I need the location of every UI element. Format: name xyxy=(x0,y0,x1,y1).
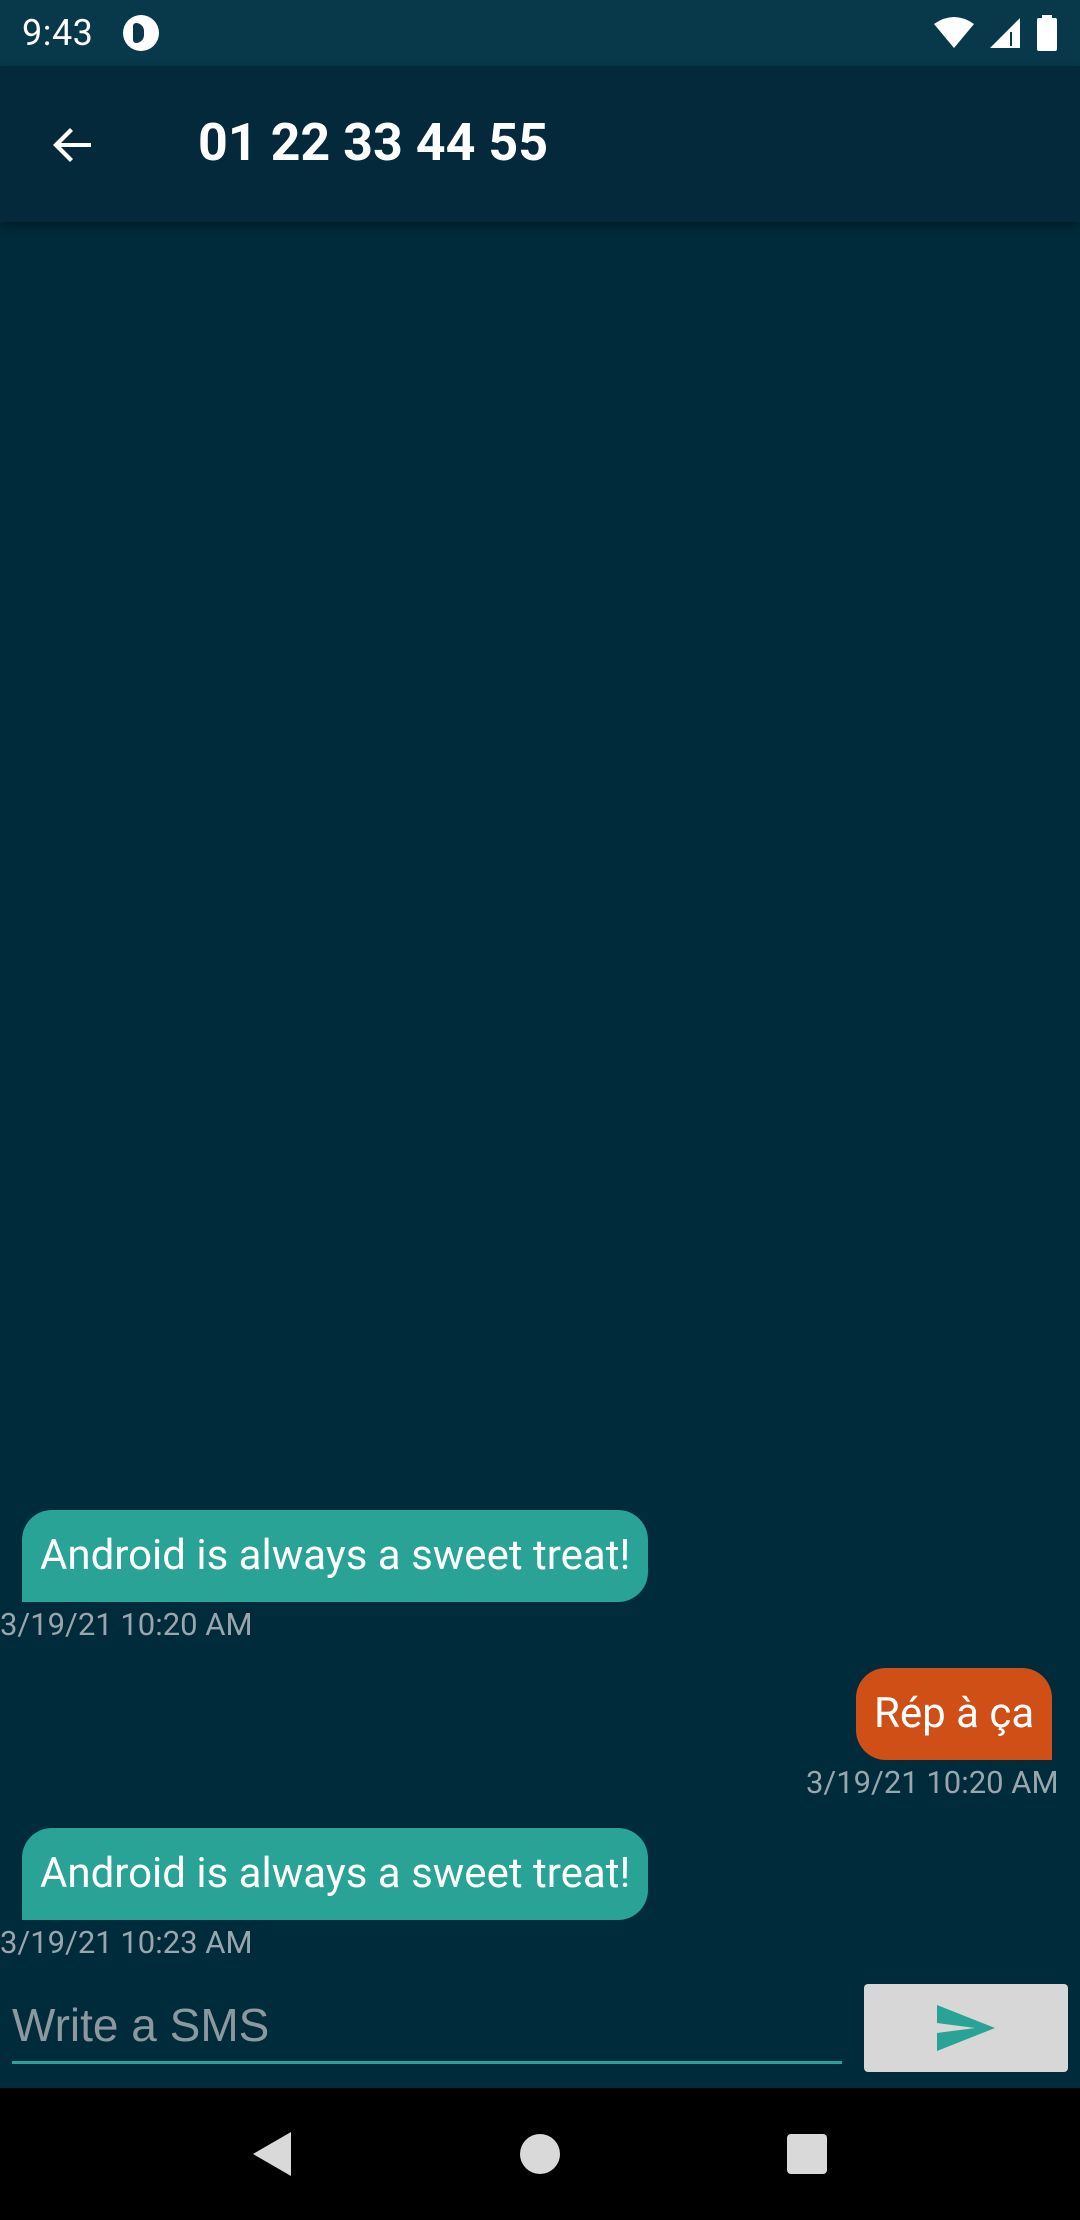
message-bubble-incoming[interactable]: Android is always a sweet treat! xyxy=(22,1828,649,1920)
message-composer xyxy=(0,1968,1080,2088)
wifi-icon xyxy=(934,17,974,48)
recents-square-icon xyxy=(786,2134,827,2174)
notification-app-icon xyxy=(123,15,160,51)
page-title: 01 22 33 44 55 xyxy=(198,112,549,173)
app-bar: 01 22 33 44 55 xyxy=(0,66,1080,222)
signal-icon xyxy=(990,18,1020,48)
status-bar: 9:43 xyxy=(0,0,1080,66)
message-timestamp: 3/19/21 10:23 AM xyxy=(0,1924,253,1961)
system-nav-bar xyxy=(0,2088,1080,2220)
status-icons xyxy=(934,15,1058,51)
arrow-left-icon xyxy=(53,128,91,162)
back-button[interactable] xyxy=(38,110,108,180)
message-timestamp: 3/19/21 10:20 AM xyxy=(806,1764,1059,1801)
nav-back-button[interactable] xyxy=(233,2114,313,2194)
message-timestamp: 3/19/21 10:20 AM xyxy=(0,1606,253,1643)
sms-input[interactable] xyxy=(12,1988,842,2064)
nav-recents-button[interactable] xyxy=(767,2114,847,2194)
back-triangle-icon xyxy=(253,2132,292,2176)
status-time: 9:43 xyxy=(22,12,94,54)
send-icon xyxy=(937,2005,995,2051)
message-list[interactable]: Android is always a sweet treat! 3/19/21… xyxy=(0,222,1080,1982)
battery-icon xyxy=(1037,15,1057,51)
message-bubble-outgoing[interactable]: Rép à ça xyxy=(856,1668,1053,1760)
send-button[interactable] xyxy=(864,1984,1068,2072)
nav-home-button[interactable] xyxy=(500,2114,580,2194)
home-circle-icon xyxy=(519,2134,560,2174)
message-bubble-incoming[interactable]: Android is always a sweet treat! xyxy=(22,1510,649,1602)
